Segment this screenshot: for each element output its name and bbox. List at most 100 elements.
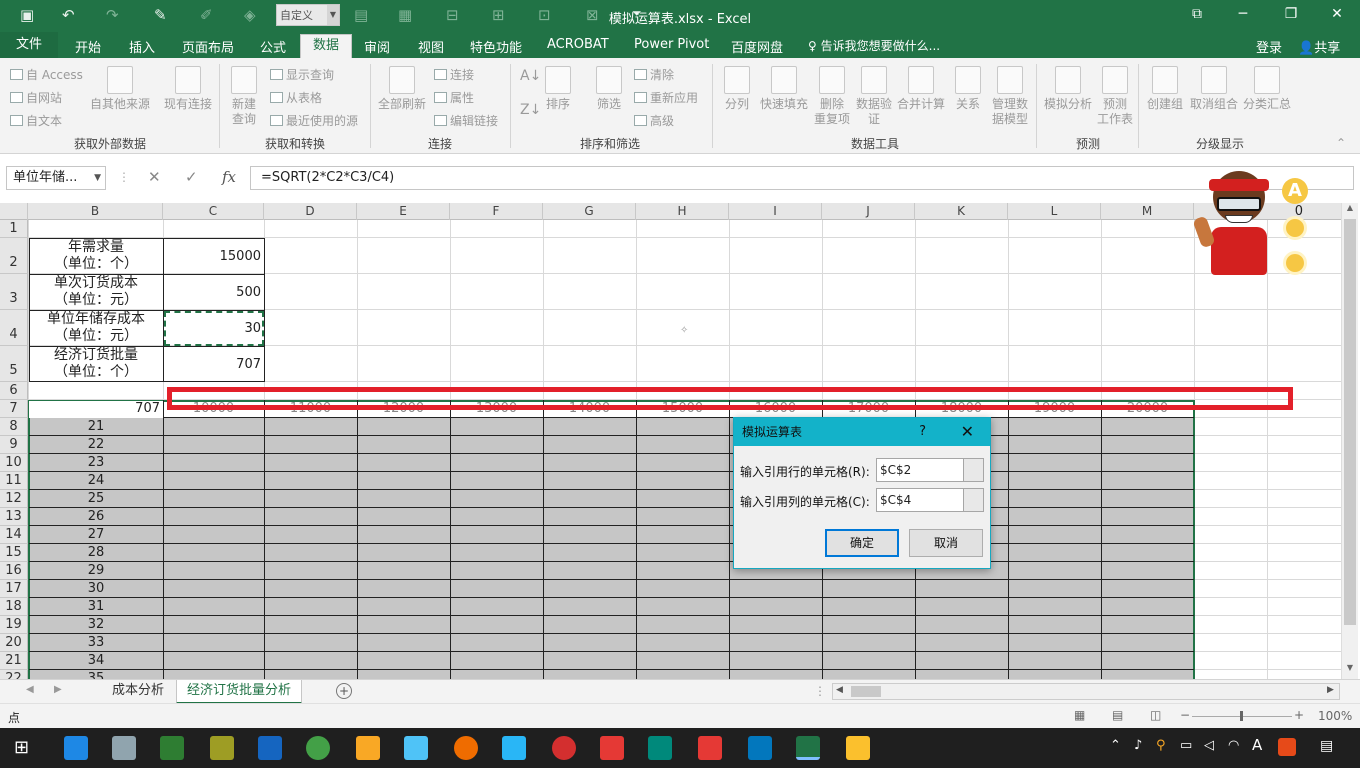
name-box[interactable]: 单位年储... ▼ bbox=[6, 166, 106, 190]
windows-start-icon[interactable]: ⊞ bbox=[14, 737, 29, 758]
column-header[interactable]: C bbox=[163, 203, 264, 220]
row-header[interactable]: 12 bbox=[0, 490, 28, 508]
group-button[interactable]: 创建组 bbox=[1144, 66, 1186, 112]
horizontal-scrollbar[interactable]: ◀ ▶ bbox=[832, 683, 1340, 700]
table-row-cell[interactable]: 31 bbox=[29, 599, 163, 614]
next-sheet-icon[interactable]: ▶ bbox=[54, 684, 62, 695]
tab-home[interactable]: 开始 bbox=[75, 37, 101, 56]
table-row-cell[interactable]: 32 bbox=[29, 617, 163, 632]
other-sources-button[interactable]: 自其他来源 bbox=[90, 66, 150, 112]
what-if-analysis-button[interactable]: 模拟分析 bbox=[1042, 66, 1094, 112]
tab-power-pivot[interactable]: Power Pivot bbox=[634, 37, 709, 52]
prev-sheet-icon[interactable]: ◀ bbox=[26, 684, 34, 695]
normal-view-icon[interactable]: ▦ bbox=[1074, 708, 1085, 722]
app-icon-8[interactable] bbox=[404, 736, 428, 760]
table-corner-cell[interactable]: 707 bbox=[29, 401, 163, 418]
assistant-badge-a[interactable]: A bbox=[1282, 178, 1308, 204]
row-header[interactable]: 2 bbox=[0, 238, 28, 274]
zoom-slider-handle[interactable] bbox=[1240, 711, 1243, 721]
param-label-holding-cost[interactable]: 单位年储存成本 （单位：元） bbox=[29, 311, 163, 345]
consolidate-button[interactable]: 合并计算 bbox=[896, 66, 946, 112]
filter-button[interactable]: 筛选 bbox=[592, 66, 626, 112]
sheet-tab-eoq-analysis[interactable]: 经济订货批量分析 bbox=[176, 680, 303, 704]
row-header[interactable]: 18 bbox=[0, 598, 28, 616]
scroll-left-icon[interactable]: ◀ bbox=[836, 685, 843, 695]
column-header[interactable]: G bbox=[543, 203, 636, 220]
app-icon-3[interactable] bbox=[160, 736, 184, 760]
collapse-ribbon-icon[interactable]: ⌃ bbox=[1336, 136, 1346, 150]
tab-acrobat[interactable]: ACROBAT bbox=[547, 37, 609, 52]
share-button[interactable]: 👤共享 bbox=[1298, 37, 1340, 56]
row-header[interactable]: 13 bbox=[0, 508, 28, 526]
tab-view[interactable]: 视图 bbox=[418, 37, 444, 56]
app-icon-12[interactable] bbox=[600, 736, 624, 760]
row-header[interactable]: 22 bbox=[0, 670, 28, 679]
tell-me[interactable]: ♀ 告诉我您想要做什么... bbox=[808, 37, 940, 54]
table-row-cell[interactable]: 27 bbox=[29, 527, 163, 542]
row-header[interactable]: 20 bbox=[0, 634, 28, 652]
advanced-filter-button[interactable]: 高级 bbox=[634, 112, 674, 129]
tab-features[interactable]: 特色功能 bbox=[470, 37, 522, 56]
row-header[interactable]: 3 bbox=[0, 274, 28, 310]
table-row-cell[interactable]: 23 bbox=[29, 455, 163, 470]
column-header[interactable]: M bbox=[1101, 203, 1194, 220]
table-row-cell[interactable]: 29 bbox=[29, 563, 163, 578]
volume-icon[interactable]: ◁ bbox=[1204, 738, 1214, 753]
app-icon-4[interactable] bbox=[210, 736, 234, 760]
column-header[interactable]: K bbox=[915, 203, 1008, 220]
sheet-tab-cost-analysis[interactable]: 成本分析 bbox=[102, 680, 174, 704]
tab-formulas[interactable]: 公式 bbox=[260, 37, 286, 56]
table-row-cell[interactable]: 24 bbox=[29, 473, 163, 488]
sort-desc-icon[interactable]: Z↓ bbox=[520, 102, 541, 118]
row-header[interactable]: 19 bbox=[0, 616, 28, 634]
scroll-down-icon[interactable]: ▼ bbox=[1342, 663, 1358, 677]
scroll-up-icon[interactable]: ▲ bbox=[1342, 203, 1358, 217]
photos-icon[interactable] bbox=[748, 736, 772, 760]
table-row-cell[interactable]: 34 bbox=[29, 653, 163, 668]
column-header[interactable]: L bbox=[1008, 203, 1101, 220]
row-header[interactable]: 15 bbox=[0, 544, 28, 562]
minimize-icon[interactable]: ─ bbox=[1228, 6, 1258, 22]
excel-taskbar-icon[interactable] bbox=[796, 736, 820, 760]
recent-sources-button[interactable]: 最近使用的源 bbox=[270, 112, 358, 129]
netease-music-icon[interactable] bbox=[552, 736, 576, 760]
table-row-cell[interactable]: 28 bbox=[29, 545, 163, 560]
column-header[interactable]: F bbox=[450, 203, 543, 220]
sogou-icon[interactable] bbox=[1278, 738, 1296, 756]
table-row-cell[interactable]: 30 bbox=[29, 581, 163, 596]
dialog-close-icon[interactable]: ✕ bbox=[961, 418, 974, 446]
param-value-demand[interactable]: 15000 bbox=[164, 249, 264, 264]
column-header[interactable]: E bbox=[357, 203, 450, 220]
row-header[interactable]: 14 bbox=[0, 526, 28, 544]
row-header[interactable]: 10 bbox=[0, 454, 28, 472]
confirm-entry-icon[interactable]: ✓ bbox=[185, 168, 198, 186]
manage-model-button[interactable]: 管理数 据模型 bbox=[988, 66, 1032, 127]
add-sheet-icon[interactable]: + bbox=[336, 683, 352, 699]
assistant-shirt-icon[interactable] bbox=[1283, 216, 1307, 240]
data-validation-button[interactable]: 数据验证 bbox=[854, 66, 894, 127]
browser-icon[interactable] bbox=[454, 736, 478, 760]
row-header[interactable]: 7 bbox=[0, 400, 28, 418]
close-icon[interactable]: ✕ bbox=[1322, 6, 1352, 22]
column-header[interactable]: B bbox=[28, 203, 163, 220]
new-query-button[interactable]: 新建 查询 bbox=[226, 66, 262, 127]
edit-links-button[interactable]: 编辑链接 bbox=[434, 112, 498, 129]
tab-insert[interactable]: 插入 bbox=[129, 37, 155, 56]
worksheet-grid[interactable]: BCDEFGHIJKLM 1 2 3 4 5 6 7 8 9 10 11 12 13 14 15 16 17 18… bbox=[0, 203, 1345, 679]
table-row-cell[interactable]: 21 bbox=[29, 419, 163, 434]
app-icon-2[interactable] bbox=[112, 736, 136, 760]
column-header[interactable]: I bbox=[729, 203, 822, 220]
row-header[interactable]: 17 bbox=[0, 580, 28, 598]
zoom-out-icon[interactable]: − bbox=[1180, 708, 1190, 722]
cancel-entry-icon[interactable]: ✕ bbox=[148, 168, 161, 186]
cancel-button[interactable]: 取消 bbox=[909, 529, 983, 557]
from-table-button[interactable]: 从表格 bbox=[270, 89, 322, 106]
flash-fill-button[interactable]: 快速填充 bbox=[758, 66, 810, 112]
ribbon-display-icon[interactable]: ⧉ bbox=[1182, 6, 1212, 22]
app-icon-7[interactable] bbox=[356, 736, 380, 760]
select-all-corner[interactable] bbox=[0, 203, 28, 220]
mic-icon[interactable]: ♪ bbox=[1134, 738, 1142, 753]
row-header[interactable]: 4 bbox=[0, 310, 28, 346]
row-header[interactable]: 8 bbox=[0, 418, 28, 436]
column-header[interactable]: J bbox=[822, 203, 915, 220]
